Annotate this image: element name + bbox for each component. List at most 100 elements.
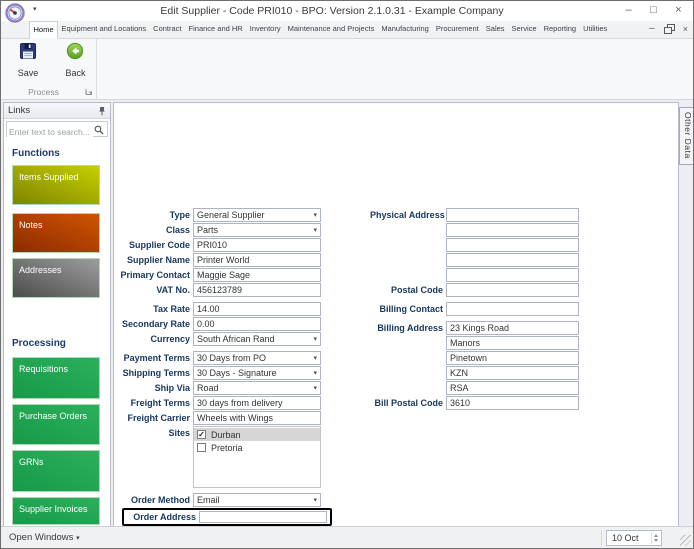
- supplier-code-input[interactable]: PRI010: [193, 238, 321, 252]
- form-right-column: Physical Address Postal Code Billing Con…: [370, 208, 579, 411]
- billing-address-input-1[interactable]: 23 Kings Road: [446, 321, 579, 335]
- field-label: Physical Address: [370, 210, 445, 220]
- payment-terms-select[interactable]: 30 Days from PO ▾: [193, 351, 321, 365]
- requisitions-button[interactable]: Requisitions: [12, 357, 100, 399]
- sites-listbox[interactable]: ✓ Durban Pretoria: [193, 426, 321, 488]
- physical-address-input-3[interactable]: [446, 238, 579, 252]
- primary-contact-input[interactable]: Maggie Sage: [193, 268, 321, 282]
- ship-via-select[interactable]: Road ▾: [193, 381, 321, 395]
- tab-procurement[interactable]: Procurement: [432, 21, 482, 38]
- postal-code-input[interactable]: [446, 283, 579, 297]
- chevron-down-icon: ▾: [313, 227, 317, 234]
- mdi-close-icon[interactable]: ×: [683, 24, 688, 34]
- secondary-rate-input[interactable]: 0.00: [193, 317, 321, 331]
- chevron-down-icon: ▾: [313, 212, 317, 219]
- field-label: Order Method: [130, 495, 190, 505]
- class-select[interactable]: Parts ▾: [193, 223, 321, 237]
- statusbar-divider: [601, 530, 602, 545]
- tab-home[interactable]: Home: [29, 21, 59, 39]
- checkbox-unchecked-icon[interactable]: [197, 443, 206, 452]
- app-window: ▾ Edit Supplier - Code PRI010 - BPO: Ver…: [0, 0, 694, 549]
- field-label: Billing Address: [377, 323, 443, 333]
- date-value: 10 Oct 2017: [612, 533, 639, 548]
- tab-equipment-and-locations[interactable]: Equipment and Locations: [58, 21, 150, 38]
- chevron-down-icon: ▾: [76, 535, 80, 542]
- spinner-down-icon[interactable]: [654, 539, 658, 542]
- field-label: Type: [169, 210, 190, 220]
- supplier-name-input[interactable]: Printer World: [193, 253, 321, 267]
- field-label: Supplier Code: [128, 240, 190, 250]
- notes-button[interactable]: Notes: [12, 213, 100, 253]
- tab-maintenance-and-projects[interactable]: Maintenance and Projects: [284, 21, 378, 38]
- tab-inventory[interactable]: Inventory: [246, 21, 284, 38]
- tab-contract[interactable]: Contract: [150, 21, 185, 38]
- physical-address-input-4[interactable]: [446, 253, 579, 267]
- billing-address-input-4[interactable]: KZN: [446, 366, 579, 380]
- site-option-label: Pretoria: [211, 442, 243, 453]
- freight-carrier-input[interactable]: Wheels with Wings: [193, 411, 321, 425]
- spinner-up-icon[interactable]: [654, 534, 658, 537]
- sidebar-search-box: [6, 121, 108, 139]
- date-spinner[interactable]: [651, 532, 660, 544]
- physical-address-input-2[interactable]: [446, 223, 579, 237]
- checkbox-checked-icon[interactable]: ✓: [197, 430, 206, 439]
- supplier-invoices-button[interactable]: Supplier Invoices: [12, 497, 100, 525]
- tab-utilities[interactable]: Utilities: [580, 21, 611, 38]
- purchase-orders-button[interactable]: Purchase Orders: [12, 404, 100, 445]
- items-supplied-button[interactable]: Items Supplied: [12, 165, 100, 205]
- tab-manufacturing[interactable]: Manufacturing: [378, 21, 433, 38]
- physical-address-input-5[interactable]: [446, 268, 579, 282]
- mdi-restore-icon[interactable]: [663, 24, 675, 34]
- maximize-icon[interactable]: □: [641, 1, 666, 20]
- mdi-minimize-icon[interactable]: –: [649, 23, 655, 34]
- field-label: Sites: [168, 428, 190, 438]
- billing-contact-input[interactable]: [446, 302, 579, 316]
- search-input[interactable]: [7, 125, 93, 139]
- other-data-tab[interactable]: Other Data: [679, 107, 693, 165]
- field-label: [370, 336, 446, 350]
- ribbon-group-label: Process: [28, 87, 59, 97]
- bill-postal-code-input[interactable]: 3610: [446, 396, 579, 410]
- field-label: Freight Terms: [130, 398, 190, 408]
- billing-address-input-5[interactable]: RSA: [446, 381, 579, 395]
- vat-no-input[interactable]: 456123789: [193, 283, 321, 297]
- open-windows-button[interactable]: Open Windows ▾: [9, 527, 80, 548]
- site-option-pretoria[interactable]: Pretoria: [194, 441, 320, 454]
- open-windows-label: Open Windows: [9, 532, 74, 543]
- shipping-terms-select[interactable]: 30 Days - Signature ▾: [193, 366, 321, 380]
- field-label: Supplier Name: [126, 255, 190, 265]
- billing-address-input-3[interactable]: Pinetown: [446, 351, 579, 365]
- physical-address-input-1[interactable]: [446, 208, 579, 222]
- date-picker[interactable]: 10 Oct 2017: [606, 530, 662, 548]
- tab-reporting[interactable]: Reporting: [540, 21, 580, 38]
- addresses-button[interactable]: Addresses: [12, 258, 100, 298]
- type-select[interactable]: General Supplier ▾: [193, 208, 321, 222]
- field-label: Payment Terms: [123, 353, 190, 363]
- back-button[interactable]: Back: [57, 42, 93, 78]
- order-method-select[interactable]: Email ▾: [193, 493, 321, 507]
- field-label: Class: [165, 225, 190, 235]
- window-title: Edit Supplier - Code PRI010 - BPO: Versi…: [160, 5, 504, 17]
- close-icon[interactable]: ×: [666, 1, 691, 20]
- site-option-durban[interactable]: ✓ Durban: [194, 428, 320, 441]
- currency-select[interactable]: South African Rand ▾: [193, 332, 321, 346]
- dialog-launcher-icon[interactable]: [85, 88, 93, 96]
- search-icon[interactable]: [94, 125, 104, 135]
- pin-icon[interactable]: [98, 106, 106, 116]
- billing-address-input-2[interactable]: Manors: [446, 336, 579, 350]
- minimize-icon[interactable]: –: [616, 1, 641, 20]
- app-logo-icon: [5, 3, 25, 23]
- tax-rate-input[interactable]: 14.00: [193, 302, 321, 316]
- tab-service[interactable]: Service: [508, 21, 540, 38]
- tab-finance-and-hr[interactable]: Finance and HR: [185, 21, 246, 38]
- tab-sales[interactable]: Sales: [482, 21, 508, 38]
- field-label: [370, 366, 446, 380]
- grns-button[interactable]: GRNs: [12, 450, 100, 492]
- order-address-input[interactable]: [199, 511, 327, 523]
- save-button[interactable]: Save: [10, 42, 46, 78]
- site-option-label: Durban: [211, 429, 241, 440]
- resize-grip[interactable]: [680, 535, 691, 546]
- freight-terms-input[interactable]: 30 days from delivery: [193, 396, 321, 410]
- quick-access-dropdown-icon[interactable]: ▾: [33, 5, 37, 13]
- links-panel: Links Functions Items Supplied Notes Add…: [3, 102, 111, 528]
